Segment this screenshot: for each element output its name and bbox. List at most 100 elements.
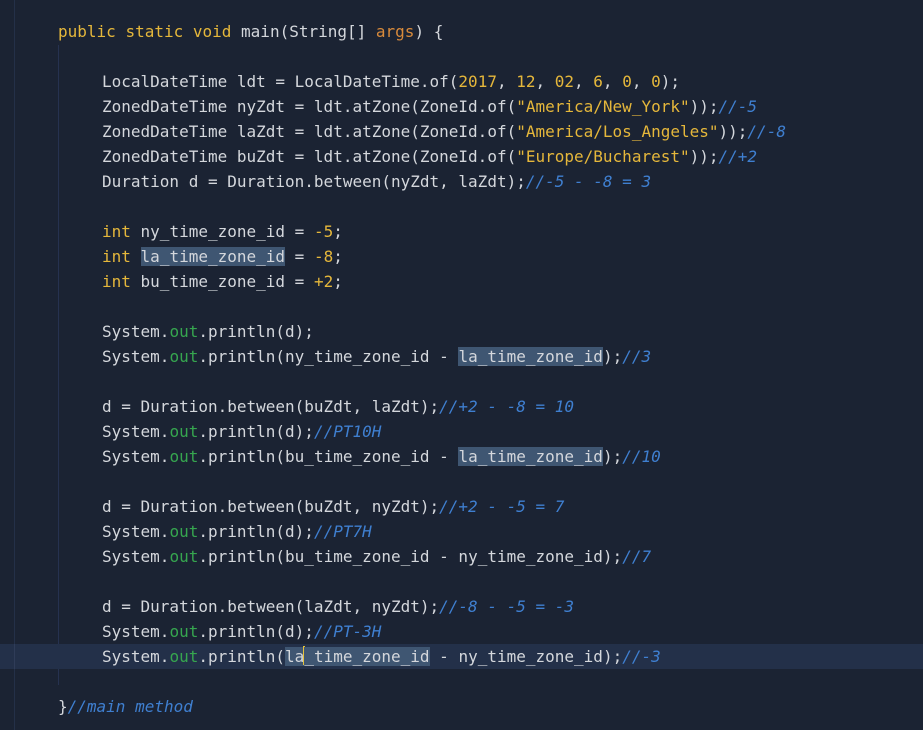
code-text: System.out.println(ny_time_zone_id - la_… [102, 344, 651, 369]
code-line[interactable] [0, 469, 923, 494]
code-token: //PT-3H [313, 622, 382, 641]
code-token: la [285, 647, 305, 666]
code-text: d = Duration.between(laZdt, nyZdt);//-8 … [102, 594, 574, 619]
code-token: out [169, 647, 199, 666]
code-line[interactable]: System.out.println(d);//PT7H [0, 519, 923, 544]
code-token: //7 [622, 547, 652, 566]
code-editor[interactable]: public static void main(String[] args) {… [0, 0, 923, 730]
code-token: System. [102, 447, 170, 466]
code-token: , [602, 72, 623, 91]
code-line[interactable]: System.out.println(ny_time_zone_id - la_… [0, 344, 923, 369]
code-token: int [102, 272, 131, 291]
code-token: void [192, 22, 232, 41]
code-token: d = Duration.between(buZdt, nyZdt); [102, 497, 440, 516]
code-token: ny_time_zone_id = [130, 222, 314, 241]
code-token: out [169, 322, 199, 341]
code-token: System. [102, 422, 170, 441]
code-token: //PT10H [313, 422, 382, 441]
current-code-line[interactable]: System.out.println(la_time_zone_id - ny_… [0, 644, 923, 669]
code-token: int [102, 247, 131, 266]
code-token: la_time_zone_id [458, 447, 603, 466]
code-line[interactable]: System.out.println(d);//PT-3H [0, 619, 923, 644]
code-token: out [169, 622, 199, 641]
code-line[interactable] [0, 369, 923, 394]
code-text: ZonedDateTime nyZdt = ldt.atZone(ZoneId.… [102, 94, 757, 119]
code-token: System. [102, 522, 170, 541]
code-line[interactable]: System.out.println(d); [0, 319, 923, 344]
code-text: int ny_time_zone_id = -5; [102, 219, 343, 244]
code-token: ); [602, 347, 623, 366]
code-line[interactable]: d = Duration.between(laZdt, nyZdt);//-8 … [0, 594, 923, 619]
code-token: System. [102, 622, 170, 641]
code-line[interactable] [0, 294, 923, 319]
code-token: "Europe/Bucharest" [516, 147, 690, 166]
code-text: LocalDateTime ldt = LocalDateTime.of(201… [102, 69, 680, 94]
code-token: System. [102, 347, 170, 366]
code-token: 2017 [458, 72, 497, 91]
code-line[interactable]: Duration d = Duration.between(nyZdt, laZ… [0, 169, 923, 194]
code-text: System.out.println(la_time_zone_id - ny_… [102, 644, 661, 669]
code-line[interactable]: d = Duration.between(buZdt, laZdt);//+2 … [0, 394, 923, 419]
code-line[interactable]: System.out.println(bu_time_zone_id - la_… [0, 444, 923, 469]
code-line[interactable]: d = Duration.between(buZdt, nyZdt);//+2 … [0, 494, 923, 519]
code-token: LocalDateTime ldt = LocalDateTime.of( [102, 72, 459, 91]
code-line[interactable] [0, 44, 923, 69]
code-token: out [169, 347, 199, 366]
code-token: .println(d); [198, 622, 314, 641]
code-token: .println(bu_time_zone_id - ny_time_zone_… [198, 547, 623, 566]
code-token: //3 [622, 347, 652, 366]
code-line[interactable]: ZonedDateTime nyZdt = ldt.atZone(ZoneId.… [0, 94, 923, 119]
code-line[interactable] [0, 569, 923, 594]
code-token: _time_zone_id [304, 647, 430, 666]
code-line[interactable] [0, 194, 923, 219]
code-token: , [574, 72, 594, 91]
code-token: 02 [554, 72, 575, 91]
code-line[interactable]: }//main method [0, 694, 923, 719]
code-line[interactable] [0, 669, 923, 694]
code-token: args [375, 22, 415, 41]
code-line[interactable]: int la_time_zone_id = -8; [0, 244, 923, 269]
code-token: //PT7H [313, 522, 372, 541]
code-token: ; [333, 272, 343, 291]
code-token: .println(d); [198, 422, 314, 441]
code-text: System.out.println(d);//PT10H [102, 419, 381, 444]
code-token: +2 [313, 272, 334, 291]
code-token: int [102, 222, 131, 241]
code-token: d = Duration.between(buZdt, laZdt); [102, 397, 440, 416]
code-token: .println(d); [198, 522, 314, 541]
code-token: )); [718, 122, 748, 141]
code-line[interactable]: ZonedDateTime buZdt = ldt.atZone(ZoneId.… [0, 144, 923, 169]
code-token: ; [333, 247, 343, 266]
code-token: .println(ny_time_zone_id - [198, 347, 459, 366]
code-token: 12 [516, 72, 536, 91]
code-text: ZonedDateTime laZdt = ldt.atZone(ZoneId.… [102, 119, 786, 144]
code-token: ); [660, 72, 680, 91]
code-line[interactable]: int bu_time_zone_id = +2; [0, 269, 923, 294]
code-line[interactable]: ZonedDateTime laZdt = ldt.atZone(ZoneId.… [0, 119, 923, 144]
code-text: ZonedDateTime buZdt = ldt.atZone(ZoneId.… [102, 144, 757, 169]
code-text: }//main method [58, 694, 193, 719]
code-line[interactable]: System.out.println(d);//PT10H [0, 419, 923, 444]
code-text: System.out.println(bu_time_zone_id - la_… [102, 444, 661, 469]
code-token: 0 [651, 72, 661, 91]
code-token: static [125, 22, 184, 41]
code-line[interactable]: int ny_time_zone_id = -5; [0, 219, 923, 244]
code-token: out [169, 447, 199, 466]
code-token: ZonedDateTime buZdt = ldt.atZone(ZoneId.… [102, 147, 517, 166]
code-token: //-5 [718, 97, 758, 116]
code-token: System. [102, 647, 170, 666]
code-line[interactable]: System.out.println(bu_time_zone_id - ny_… [0, 544, 923, 569]
code-token: bu_time_zone_id = [130, 272, 314, 291]
code-token: 0 [622, 72, 632, 91]
code-text: d = Duration.between(buZdt, nyZdt);//+2 … [102, 494, 564, 519]
code-line[interactable]: public static void main(String[] args) { [0, 19, 923, 44]
code-token: .println(d); [198, 322, 314, 341]
code-token: main(String[] [231, 22, 376, 41]
code-text: System.out.println(d);//PT-3H [102, 619, 381, 644]
code-token: Duration d = Duration.between(nyZdt, laZ… [102, 172, 526, 191]
code-token: //+2 [718, 147, 758, 166]
code-line[interactable]: LocalDateTime ldt = LocalDateTime.of(201… [0, 69, 923, 94]
code-token: 6 [593, 72, 603, 91]
code-token: } [58, 697, 68, 716]
